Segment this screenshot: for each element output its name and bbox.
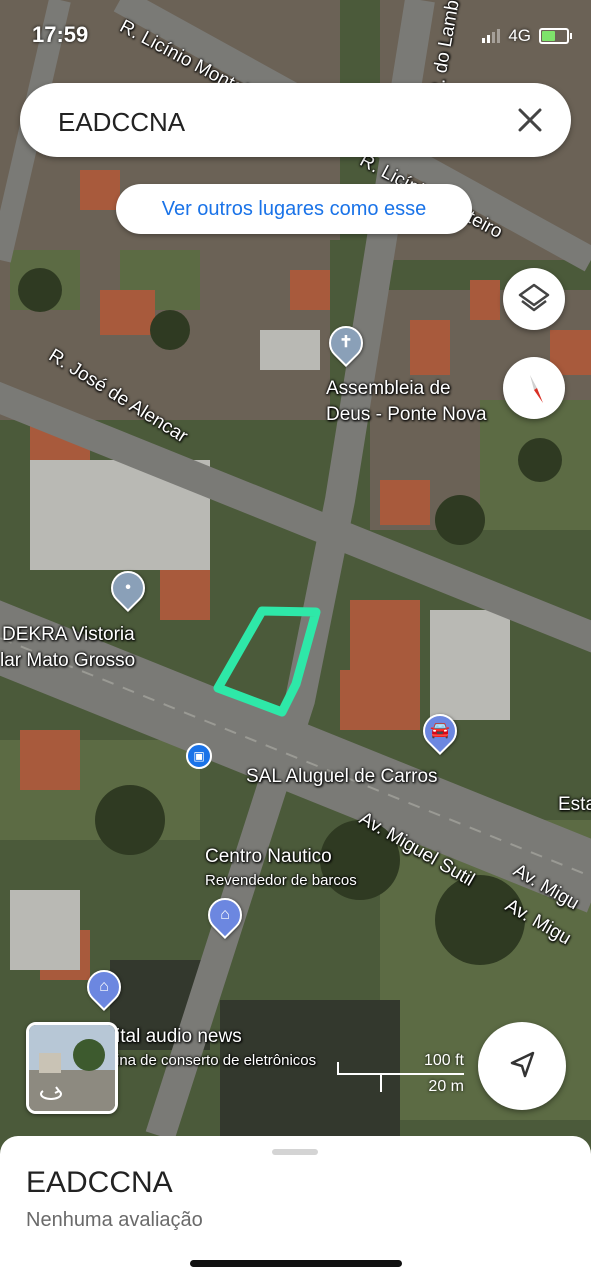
see-similar-places-chip[interactable]: Ver outros lugares como esse	[116, 184, 472, 234]
scale-metric: 20 m	[428, 1078, 464, 1095]
poi-assembleia-line1[interactable]: Assembleia de	[326, 378, 451, 400]
poi-assembleia-line2[interactable]: Deus - Ponte Nova	[326, 404, 487, 426]
status-indicators: 4G	[482, 26, 572, 46]
poi-dekra-line1[interactable]: DEKRA Vistoria	[2, 624, 135, 646]
layers-icon	[518, 283, 550, 312]
street-view-image	[29, 1025, 115, 1111]
compass-button[interactable]	[503, 357, 565, 419]
status-time: 17:59	[32, 22, 89, 47]
signal-icon	[482, 29, 501, 43]
poi-audio-news[interactable]: ital audio news	[116, 1026, 242, 1048]
map-scale: 100 ft 20 m	[336, 1052, 466, 1095]
bus-stop-icon[interactable]: ▣	[186, 743, 212, 769]
place-rating: Nenhuma avaliação	[26, 1209, 203, 1231]
place-bottom-sheet[interactable]: EADCCNA Nenhuma avaliação	[0, 1136, 591, 1280]
street-view-thumbnail[interactable]	[26, 1022, 118, 1114]
network-type: 4G	[508, 26, 531, 45]
compass-icon	[530, 375, 543, 403]
layers-button[interactable]	[503, 268, 565, 330]
scale-imperial: 100 ft	[423, 1052, 464, 1069]
poi-audio-news-category: ina de conserto de eletrônicos	[116, 1052, 317, 1069]
poi-centro-nautico[interactable]: Centro Nautico	[205, 846, 332, 868]
search-query[interactable]: EADCCNA	[58, 107, 185, 138]
home-indicator[interactable]	[190, 1260, 402, 1267]
close-icon[interactable]	[511, 101, 549, 139]
poi-centro-nautico-category: Revendedor de barcos	[205, 872, 357, 889]
battery-icon	[539, 28, 572, 44]
poi-sal-aluguel[interactable]: SAL Aluguel de Carros	[246, 766, 438, 788]
sheet-drag-handle[interactable]	[272, 1149, 318, 1155]
search-bar[interactable]: EADCCNA	[20, 83, 571, 157]
directions-button[interactable]	[478, 1022, 566, 1110]
poi-esta[interactable]: Esta	[558, 794, 591, 816]
navigate-icon	[510, 1051, 535, 1078]
place-title: EADCCNA	[26, 1166, 173, 1199]
poi-dekra-line2[interactable]: lar Mato Grosso	[0, 650, 135, 672]
